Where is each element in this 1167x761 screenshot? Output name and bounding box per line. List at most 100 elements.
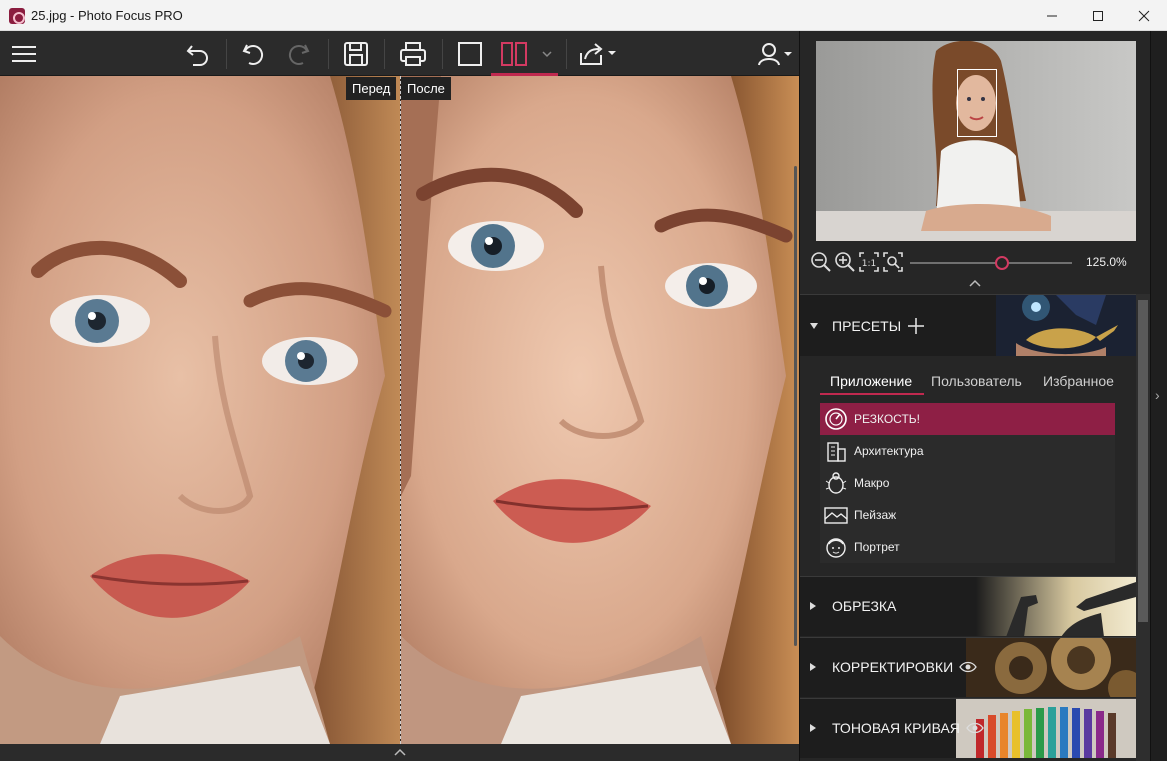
preset-label: Портрет [854, 540, 900, 554]
maximize-button[interactable] [1075, 0, 1121, 31]
tone-curve-label: ТОНОВАЯ КРИВАЯ [832, 720, 960, 736]
zoom-slider-track[interactable] [910, 262, 1072, 264]
adjustments-label: КОРРЕКТИРОВКИ [832, 659, 954, 675]
actual-size-icon[interactable]: 1:1 [858, 251, 880, 273]
minimize-button[interactable] [1029, 0, 1075, 31]
zoom-controls: 1:1 125.0% [810, 251, 1145, 275]
undo-icon [242, 44, 264, 65]
preset-landscape[interactable]: Пейзаж [820, 499, 1115, 531]
single-view-icon [458, 42, 482, 66]
canvas-scrollbar[interactable] [794, 166, 797, 646]
redo-button[interactable] [282, 37, 314, 71]
split-view-button[interactable] [497, 37, 531, 71]
expanded-arrow-icon [810, 323, 818, 329]
presets-title: ПРЕСЕТЫ [810, 317, 925, 335]
before-label: Перед [346, 77, 397, 100]
share-icon [580, 43, 616, 65]
tab-user[interactable]: Пользователь [931, 373, 1022, 389]
undo-all-icon [186, 45, 208, 66]
sharpness-dial-icon [825, 408, 847, 430]
panel-scrollbar[interactable] [1136, 294, 1150, 761]
tone-curve-section-header[interactable]: ТОНОВАЯ КРИВАЯ [800, 698, 1136, 758]
chevron-down-icon [542, 51, 552, 58]
before-photo [0, 76, 400, 744]
navigator-viewport-frame[interactable] [957, 69, 997, 137]
account-button[interactable] [756, 37, 794, 71]
hamburger-icon [12, 46, 36, 62]
crop-section-header[interactable]: ОБРЕЗКА [800, 576, 1136, 636]
view-mode-dropdown[interactable] [538, 37, 556, 71]
zoom-slider-handle[interactable] [995, 256, 1010, 270]
presets-label: ПРЕСЕТЫ [832, 318, 902, 334]
save-button[interactable] [339, 37, 373, 71]
close-window-button[interactable] [1121, 0, 1167, 31]
zoom-out-icon[interactable] [810, 251, 832, 273]
crop-banner [976, 577, 1136, 636]
maximize-icon [1093, 10, 1103, 21]
preset-architecture[interactable]: Архитектура [820, 435, 1115, 467]
gears-banner [966, 638, 1136, 697]
after-photo [401, 76, 799, 744]
svg-text:1:1: 1:1 [862, 259, 876, 269]
menu-button[interactable] [8, 37, 40, 71]
window-title: 25.jpg - Photo Focus PRO [31, 8, 183, 23]
save-icon [344, 42, 368, 66]
landscape-icon [824, 507, 848, 524]
collapse-navigator-icon[interactable] [968, 279, 982, 287]
tab-favorites[interactable]: Избранное [1043, 373, 1114, 389]
magic-lamp-banner [996, 295, 1136, 356]
chevron-up-icon [394, 748, 406, 756]
image-canvas[interactable]: Перед После [0, 76, 799, 744]
minimize-icon [1047, 15, 1057, 16]
app-logo-icon [9, 8, 25, 24]
adjustments-section-header[interactable]: КОРРЕКТИРОВКИ [800, 637, 1136, 697]
preset-label: Архитектура [854, 444, 924, 458]
building-icon [827, 442, 846, 462]
zoom-value: 125.0% [1086, 255, 1127, 269]
preset-tabs: Приложение Пользователь Избранное [820, 371, 1140, 395]
app-window: 25.jpg - Photo Focus PRO Перед После 1:1… [0, 0, 1167, 761]
panel-scrollbar-thumb[interactable] [1138, 300, 1148, 622]
user-icon [758, 43, 792, 66]
preset-label: Макро [854, 476, 890, 490]
adjustments-title: КОРРЕКТИРОВКИ [810, 659, 977, 675]
single-view-button[interactable] [454, 37, 486, 71]
active-tab-indicator [820, 393, 924, 395]
preset-sharpness[interactable]: РЕЗКОСТЬ! [820, 403, 1115, 435]
title-bar: 25.jpg - Photo Focus PRO [0, 0, 1167, 31]
undo-all-button[interactable] [182, 37, 214, 71]
face-icon [826, 538, 846, 558]
presets-section-header[interactable]: ПРЕСЕТЫ [800, 294, 1136, 356]
fit-to-screen-icon[interactable] [882, 251, 904, 273]
print-button[interactable] [396, 37, 430, 71]
tone-curve-title: ТОНОВАЯ КРИВАЯ [810, 720, 984, 736]
eye-icon[interactable] [966, 722, 984, 734]
eye-icon[interactable] [959, 661, 977, 673]
redo-icon [288, 44, 310, 65]
printer-icon [400, 42, 426, 66]
collapsed-arrow-icon [810, 602, 816, 610]
collapsed-arrow-icon [810, 663, 816, 671]
add-preset-icon[interactable] [907, 317, 925, 335]
right-panel: 1:1 125.0% ПРЕСЕТЫ Приложение Пользовате… [799, 31, 1150, 761]
main-toolbar [0, 31, 799, 76]
close-icon [1138, 10, 1150, 21]
preset-macro[interactable]: Макро [820, 467, 1115, 499]
share-button[interactable] [577, 37, 619, 71]
split-divider[interactable] [400, 76, 401, 744]
tab-application[interactable]: Приложение [830, 373, 912, 389]
undo-button[interactable] [238, 37, 270, 71]
crop-title: ОБРЕЗКА [810, 598, 896, 614]
chevron-right-icon: › [1155, 387, 1160, 403]
preset-label: РЕЗКОСТЬ! [854, 412, 920, 426]
collapsed-arrow-icon [810, 724, 816, 732]
filmstrip-toggle-bar[interactable] [0, 744, 799, 761]
after-label: После [401, 77, 451, 100]
panel-collapse-strip[interactable]: › [1150, 31, 1167, 761]
bug-icon [825, 472, 847, 494]
preset-portrait[interactable]: Портрет [820, 531, 1115, 563]
split-view-icon [501, 42, 527, 66]
navigator-frame-layer [816, 41, 1136, 241]
zoom-in-icon[interactable] [834, 251, 856, 273]
preset-label: Пейзаж [854, 508, 897, 522]
